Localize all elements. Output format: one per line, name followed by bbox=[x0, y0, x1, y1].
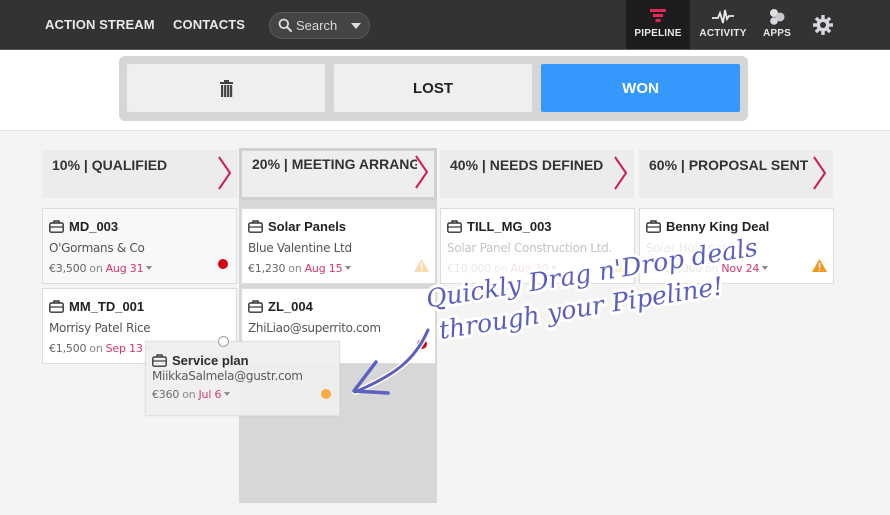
deal-close-date[interactable]: Aug 15 bbox=[305, 262, 343, 275]
deal-contact-email: MiikkaSalmela@gustr.com bbox=[152, 369, 303, 383]
deal-amount-line: €1,500 on Sep 13 bbox=[49, 342, 152, 355]
deal-amount: €1,500 bbox=[49, 342, 87, 355]
status-orange-dot-icon bbox=[321, 389, 331, 399]
chevron-right-icon bbox=[614, 156, 628, 190]
deal-close-date[interactable]: Aug 31 bbox=[106, 262, 144, 275]
date-dropdown-caret-icon[interactable] bbox=[224, 392, 231, 396]
nav-pipeline[interactable]: PIPELINE bbox=[626, 0, 690, 49]
deal-card[interactable]: MD_003 O'Gormans & Co €3,500 on Aug 31 bbox=[42, 208, 237, 284]
nav-action-stream[interactable]: ACTION STREAM bbox=[45, 17, 155, 32]
deal-company: Solar Panel Construction Ltd. bbox=[447, 241, 612, 255]
deal-title: Benny King Deal bbox=[666, 219, 770, 234]
search-dropdown-caret-icon[interactable] bbox=[351, 23, 361, 29]
chevron-right-icon bbox=[415, 155, 429, 189]
deal-title: MM_TD_001 bbox=[69, 299, 145, 314]
briefcase-icon bbox=[152, 354, 167, 367]
warning-icon bbox=[613, 259, 628, 272]
stage-header-proposal-sent[interactable]: 60% | PROPOSAL SENT bbox=[639, 150, 833, 198]
search-placeholder: Search bbox=[296, 18, 338, 33]
deal-close-date[interactable]: Aug 30 bbox=[510, 262, 548, 275]
chevron-right-icon bbox=[218, 156, 232, 190]
trash-icon bbox=[219, 79, 233, 97]
deal-amount-line: €25,000 on Nov 24 bbox=[658, 262, 769, 275]
nav-activity[interactable]: ACTIVITY bbox=[697, 0, 749, 49]
lost-drop-zone[interactable]: LOST bbox=[334, 64, 532, 112]
deal-title: Service plan bbox=[172, 353, 249, 368]
on-label: on bbox=[705, 262, 719, 275]
deal-amount: €1,230 bbox=[248, 262, 286, 275]
warning-icon bbox=[414, 259, 429, 272]
deal-company: Blue Valentine Ltd bbox=[248, 241, 352, 255]
on-label: on bbox=[288, 262, 302, 275]
nav-contacts[interactable]: CONTACTS bbox=[173, 17, 245, 32]
status-red-dot-icon bbox=[218, 259, 228, 269]
deal-title: ZL_004 bbox=[268, 299, 313, 314]
stage-title: 20% | MEETING ARRANG bbox=[252, 156, 417, 172]
deal-company: Solar Holdings bbox=[646, 241, 729, 255]
deal-title: Solar Panels bbox=[268, 219, 347, 234]
date-dropdown-caret-icon[interactable] bbox=[551, 266, 558, 270]
deal-amount: €3,500 bbox=[49, 262, 87, 275]
chevron-right-icon bbox=[813, 156, 827, 190]
nav-activity-label: ACTIVITY bbox=[699, 28, 747, 39]
on-label: on bbox=[89, 262, 103, 275]
briefcase-icon bbox=[49, 300, 64, 313]
funnel-icon bbox=[650, 9, 666, 22]
stage-title: 60% | PROPOSAL SENT bbox=[649, 157, 809, 173]
on-label: on bbox=[494, 262, 508, 275]
drag-handle-icon[interactable] bbox=[218, 336, 229, 347]
won-drop-zone[interactable]: WON bbox=[541, 64, 740, 112]
deal-card[interactable]: TILL_MG_003 Solar Panel Construction Ltd… bbox=[440, 208, 635, 284]
search-icon bbox=[278, 18, 292, 32]
pulse-icon bbox=[712, 9, 734, 24]
briefcase-icon bbox=[646, 220, 661, 233]
deal-card[interactable]: Solar Panels Blue Valentine Ltd €1,230 on… bbox=[241, 208, 436, 284]
deal-amount: €25,000 bbox=[658, 262, 703, 275]
deal-company: O'Gormans & Co bbox=[49, 241, 145, 255]
deal-amount-line: €10,000 on Aug 30 bbox=[447, 262, 558, 275]
deal-amount: €10,000 bbox=[447, 262, 492, 275]
briefcase-icon bbox=[248, 220, 263, 233]
apps-icon bbox=[770, 9, 785, 25]
stage-header-needs-defined[interactable]: 40% | NEEDS DEFINED bbox=[440, 150, 634, 198]
deal-amount-line: €1,230 on Aug 15 bbox=[248, 262, 352, 275]
deal-close-date[interactable]: Nov 24 bbox=[721, 262, 759, 275]
deal-contact-email: ZhiLiao@superrito.com bbox=[248, 321, 381, 335]
deal-title: TILL_MG_003 bbox=[467, 219, 552, 234]
nav-apps-label: APPS bbox=[762, 28, 792, 39]
search-input[interactable]: Search bbox=[269, 12, 370, 39]
status-red-dot-icon bbox=[417, 339, 427, 349]
stage-title: 10% | QUALIFIED bbox=[52, 157, 168, 173]
briefcase-icon bbox=[248, 300, 263, 313]
stage-header-qualified[interactable]: 10% | QUALIFIED bbox=[42, 150, 238, 198]
nav-pipeline-label: PIPELINE bbox=[634, 28, 682, 39]
on-label: on bbox=[182, 388, 196, 401]
top-navigation-bar: ACTION STREAM CONTACTS Search PIPELINE A… bbox=[0, 0, 890, 50]
nav-apps[interactable]: APPS bbox=[757, 0, 797, 49]
stage-header-meeting-arranged[interactable]: 20% | MEETING ARRANG bbox=[239, 148, 437, 200]
deal-amount-line: €3,500 on Aug 31 bbox=[49, 262, 153, 275]
deal-card[interactable]: Benny King Deal Solar Holdings €25,000 on… bbox=[639, 208, 834, 284]
deal-close-date[interactable]: Sep 13 bbox=[106, 342, 143, 355]
date-dropdown-caret-icon[interactable] bbox=[146, 266, 153, 270]
trash-drop-zone[interactable] bbox=[127, 64, 325, 112]
deal-title: MD_003 bbox=[69, 219, 119, 234]
deal-amount-line: €360 on Jul 6 bbox=[152, 388, 231, 401]
drop-zone-bar: LOST WON bbox=[119, 56, 748, 121]
date-dropdown-caret-icon[interactable] bbox=[762, 266, 769, 270]
gear-icon[interactable] bbox=[812, 14, 834, 36]
on-label: on bbox=[89, 342, 103, 355]
deal-amount: €360 bbox=[152, 388, 180, 401]
briefcase-icon bbox=[49, 220, 64, 233]
warning-icon bbox=[812, 259, 827, 272]
deal-company: Morrisy Patel Rice bbox=[49, 321, 151, 335]
briefcase-icon bbox=[447, 220, 462, 233]
deal-close-date[interactable]: Jul 6 bbox=[199, 388, 222, 401]
stage-title: 40% | NEEDS DEFINED bbox=[450, 157, 604, 173]
dragging-deal-card[interactable]: Service plan MiikkaSalmela@gustr.com €36… bbox=[145, 336, 340, 416]
date-dropdown-caret-icon[interactable] bbox=[345, 266, 352, 270]
drop-zone-area: LOST WON bbox=[0, 50, 890, 131]
